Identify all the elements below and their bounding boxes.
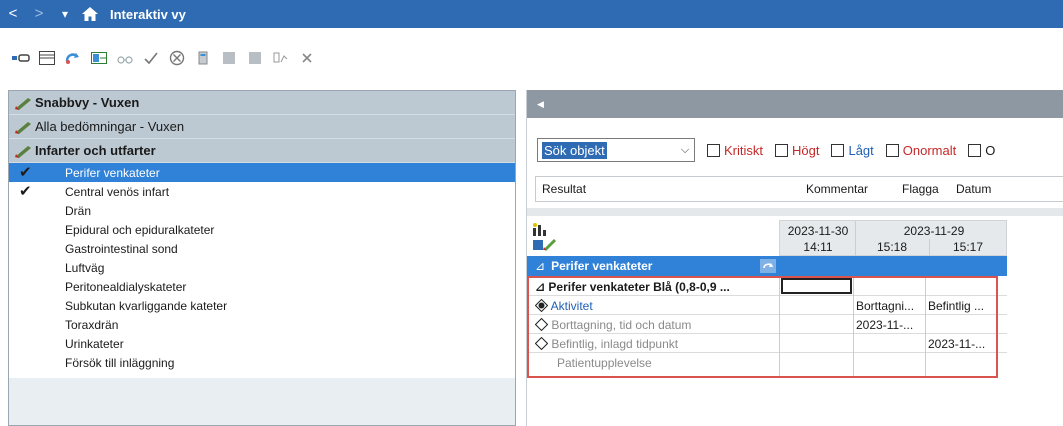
panel-header: ◀: [527, 90, 1063, 118]
chart-settings-icon[interactable]: [531, 222, 559, 254]
cancel-icon[interactable]: [164, 47, 190, 69]
search-input[interactable]: Sök objekt ⌵: [537, 138, 695, 162]
list-item[interactable]: Peritonealdialyskateter: [9, 277, 515, 296]
item-label: Försök till inläggning: [65, 355, 175, 370]
item-label: Epidural och epiduralkateter: [65, 222, 215, 237]
back-button[interactable]: <: [0, 0, 26, 28]
group-label: Snabbvy - Vuxen: [35, 95, 140, 110]
list-item[interactable]: Luftväg: [9, 258, 515, 277]
time-label: 14:11: [803, 240, 833, 254]
filter-abnormal-checkbox[interactable]: Onormalt: [885, 143, 956, 158]
filter-high-checkbox[interactable]: Högt: [775, 143, 819, 158]
group-label: Infarter och utfarter: [35, 143, 156, 158]
group-alla-bedomningar[interactable]: Alla bedömningar - Vuxen: [9, 115, 515, 139]
list-item[interactable]: Toraxdrän: [9, 315, 515, 334]
title-bar: < > ▾ Interaktiv vy: [0, 0, 1063, 28]
list-item[interactable]: Gastrointestinal sond: [9, 239, 515, 258]
date-label: 2023-11-30: [787, 224, 849, 238]
item-label: Toraxdrän: [65, 317, 119, 332]
list-item[interactable]: Urinkateter: [9, 334, 515, 353]
column-flag[interactable]: Flagga: [902, 182, 939, 196]
column-comment[interactable]: Kommentar: [806, 182, 868, 196]
group-snabbvy[interactable]: Snabbvy - Vuxen: [9, 91, 515, 115]
results-panel: ◀ Sök objekt ⌵ Kritiskt Högt Lågt Onorma…: [526, 90, 1063, 426]
pen-icon: [15, 97, 31, 110]
filter-other-checkbox[interactable]: O: [968, 143, 995, 158]
item-label: Drän: [65, 203, 92, 218]
sync-icon[interactable]: [60, 47, 86, 69]
collapse-left-icon[interactable]: ◀: [537, 99, 553, 110]
item-label: Gastrointestinal sond: [65, 241, 178, 256]
group-label: Alla bedömningar - Vuxen: [35, 119, 185, 134]
item-label: Subkutan kvarliggande kateter: [65, 298, 228, 313]
highlight-box: [527, 276, 998, 378]
link-icon[interactable]: [8, 47, 34, 69]
filter-bar: Sök objekt ⌵ Kritiskt Högt Lågt Onormalt…: [537, 138, 995, 162]
list-item[interactable]: ✔ Central venös infart: [9, 182, 515, 201]
list-item[interactable]: ✔ Perifer venkateter: [9, 163, 515, 182]
table-icon[interactable]: [34, 47, 60, 69]
item-label: Urinkateter: [65, 336, 124, 351]
group-infarter-och-utfarter[interactable]: Infarter och utfarter: [9, 139, 515, 163]
item-label: Luftväg: [65, 260, 105, 275]
checkmark-icon: ✔: [19, 164, 32, 181]
date-header: 2023-11-30 2023-11-29 14:11 15:18 15:17: [779, 220, 1007, 257]
pen-icon: [15, 145, 31, 158]
section-label: Perifer venkateter: [551, 259, 653, 273]
time-label: 15:18: [876, 240, 908, 254]
home-icon[interactable]: [78, 0, 102, 28]
column-date[interactable]: Datum: [956, 182, 991, 196]
filter-low-checkbox[interactable]: Lågt: [831, 143, 874, 158]
pen-icon: [15, 121, 31, 134]
page-title: Interaktiv vy: [110, 6, 186, 22]
document-icon[interactable]: [190, 47, 216, 69]
chevron-down-icon[interactable]: ⌵: [676, 144, 694, 157]
chart-icon[interactable]: [268, 47, 294, 69]
checkmark-icon: ✔: [19, 183, 32, 200]
square-icon[interactable]: [216, 47, 242, 69]
divider: [527, 208, 1063, 216]
item-label: Peritonealdialyskateter: [65, 279, 187, 294]
square-icon[interactable]: [242, 47, 268, 69]
glasses-icon[interactable]: [112, 47, 138, 69]
history-dropdown[interactable]: ▾: [52, 0, 78, 28]
column-header: Resultat Kommentar Flagga Datum: [535, 176, 1063, 202]
item-label: Central venös infart: [65, 184, 170, 199]
filter-critical-checkbox[interactable]: Kritiskt: [707, 143, 763, 158]
list-item[interactable]: Epidural och epiduralkateter: [9, 220, 515, 239]
date-label: 2023-11-29: [903, 224, 965, 238]
grid-icon[interactable]: [86, 47, 112, 69]
close-icon[interactable]: [294, 47, 320, 69]
list-item[interactable]: Subkutan kvarliggande kateter: [9, 296, 515, 315]
item-list: ✔ Perifer venkateter ✔ Central venös infar…: [9, 163, 515, 378]
navigation-panel: Snabbvy - Vuxen Alla bedömningar - Vuxen…: [8, 90, 516, 426]
time-label: 15:17: [952, 240, 984, 254]
column-result[interactable]: Resultat: [542, 182, 586, 196]
list-item[interactable]: Försök till inläggning: [9, 353, 515, 372]
refresh-icon[interactable]: [759, 258, 777, 274]
forward-button[interactable]: >: [26, 0, 52, 28]
list-item[interactable]: Drän: [9, 201, 515, 220]
checkmark-icon[interactable]: [138, 47, 164, 69]
section-perifer-venkateter[interactable]: ⊿ Perifer venkateter: [527, 256, 1007, 276]
toolbar: [0, 44, 320, 72]
item-label: Perifer venkateter: [65, 165, 160, 180]
